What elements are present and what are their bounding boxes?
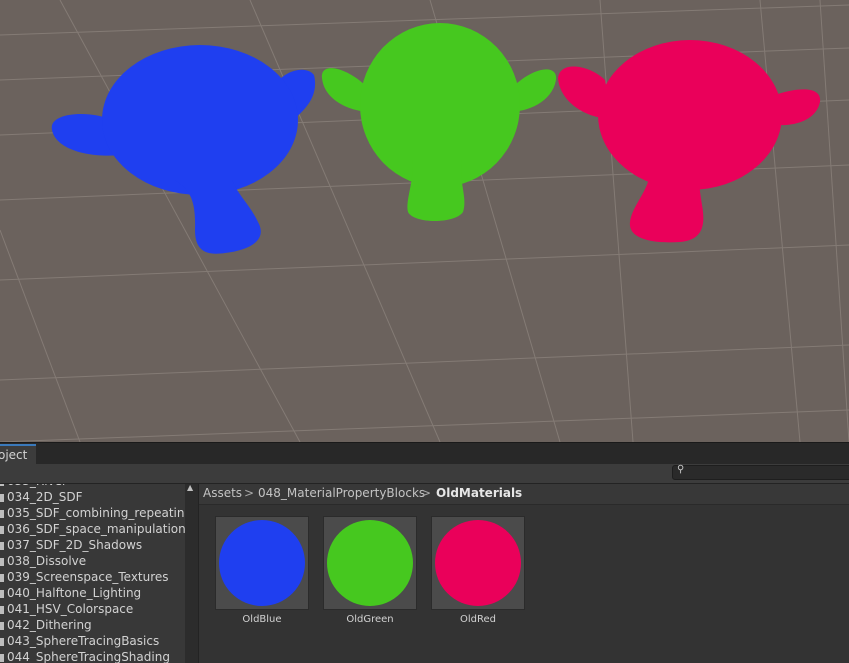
folder-tree[interactable]: 033_River 034_2D_SDF 035_SDF_combining_rep… [0,484,185,663]
material-thumbnail[interactable] [215,516,309,610]
folder-tree-item[interactable]: 041_HSV_Colorspace [0,601,133,617]
breadcrumb-current[interactable]: OldMaterials [436,484,522,503]
breadcrumb: Assets > 048_MaterialPropertyBlocks > Ol… [199,484,849,505]
folder-tree-item[interactable]: 038_Dissolve [0,553,86,569]
folder-label: 035_SDF_combining_repeating [7,506,185,520]
breadcrumb-assets[interactable]: Assets [203,484,242,503]
folder-label: 039_Screenspace_Textures [7,570,169,584]
folder-tree-item[interactable]: 040_Halftone_Lighting [0,585,141,601]
folder-icon [0,638,4,646]
folder-tree-item[interactable]: 034_2D_SDF [0,489,83,505]
scene-view[interactable] [0,0,849,442]
folder-tree-item[interactable]: 037_SDF_2D_Shadows [0,537,142,553]
breadcrumb-separator: > [421,486,432,500]
folder-icon [0,526,4,534]
folder-label: 042_Dithering [7,618,92,632]
asset-browser: Assets > 048_MaterialPropertyBlocks > Ol… [199,484,849,663]
folder-icon [0,484,4,486]
asset-label: OldRed [460,614,496,625]
folder-label: 034_2D_SDF [7,490,83,504]
material-thumbnail[interactable] [323,516,417,610]
folder-icon [0,558,4,566]
project-window: oject ⚲ 033_River 034_2D_SDF 035_SDF_combi… [0,442,849,663]
search-field[interactable]: ⚲ [672,464,849,480]
project-toolbar: ⚲ [0,464,849,484]
green-suzanne[interactable] [321,23,557,221]
folder-label: 041_HSV_Colorspace [7,602,134,616]
asset-label: OldBlue [242,614,282,625]
scene-viewport[interactable] [0,0,849,442]
search-icon: ⚲ [677,464,685,475]
breadcrumb-separator: > [244,486,255,500]
folder-label: 033_River [7,484,67,488]
folder-label: 037_SDF_2D_Shadows [7,538,143,552]
folder-tree-item[interactable]: 042_Dithering [0,617,92,633]
folder-icon [0,654,4,662]
folder-tree-item[interactable]: 036_SDF_space_manipulation [0,521,185,537]
material-thumbnail[interactable] [431,516,525,610]
material-sphere [219,520,305,606]
folder-label: 044_SphereTracingShading [7,650,170,663]
folder-icon [0,590,4,598]
folder-label: 043_SphereTracingBasics [7,634,160,648]
asset-item-oldred[interactable]: OldRed [431,516,525,625]
folder-icon [0,494,4,502]
asset-item-oldgreen[interactable]: OldGreen [323,516,417,625]
folder-icon [0,542,4,550]
folder-tree-item[interactable]: 035_SDF_combining_repeating [0,505,185,521]
breadcrumb-folder[interactable]: 048_MaterialPropertyBlocks [258,484,425,503]
material-sphere [435,520,521,606]
asset-item-oldblue[interactable]: OldBlue [215,516,309,625]
scroll-up-icon[interactable]: ▲ [187,483,193,492]
folder-icon [0,622,4,630]
asset-label: OldGreen [346,614,394,625]
material-sphere [327,520,413,606]
red-suzanne[interactable] [558,40,821,243]
tab-bar: oject [0,442,849,465]
folder-label: 038_Dissolve [7,554,87,568]
folder-tree-item[interactable]: 043_SphereTracingBasics [0,633,159,649]
folder-tree-item[interactable]: 044_SphereTracingShading [0,649,170,663]
folder-label: 040_Halftone_Lighting [7,586,142,600]
folder-icon [0,606,4,614]
folder-label: 036_SDF_space_manipulation [7,522,185,536]
folder-icon [0,574,4,582]
panel-splitter[interactable]: ▲ [185,483,199,663]
tab-project[interactable]: oject [0,444,36,465]
folder-icon [0,510,4,518]
folder-tree-item[interactable]: 039_Screenspace_Textures [0,569,169,585]
